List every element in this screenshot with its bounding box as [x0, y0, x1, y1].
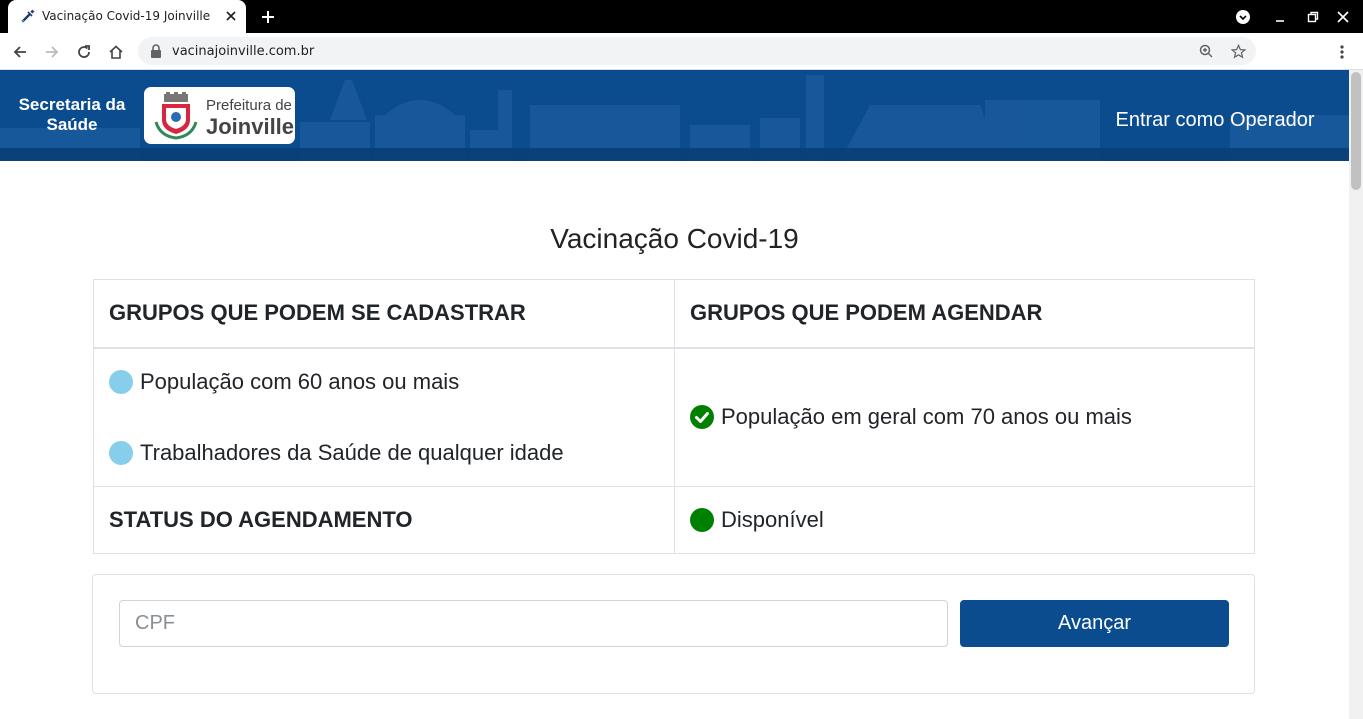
- cpf-form-card: Avançar: [92, 574, 1255, 694]
- prefeitura-joinville-logo[interactable]: Prefeitura de Joinville: [144, 87, 295, 144]
- operator-login-link[interactable]: Entrar como Operador: [1100, 109, 1330, 132]
- logo-prefeitura-text: Prefeitura de: [206, 97, 292, 114]
- url-text: vacinajoinville.com.br: [172, 44, 315, 59]
- header-register-groups: GRUPOS QUE PODEM SE CADASTRAR: [93, 279, 675, 349]
- back-icon[interactable]: [6, 38, 34, 66]
- browser-tab[interactable]: Vacinação Covid-19 Joinville: [8, 0, 246, 33]
- close-window-icon[interactable]: [1331, 5, 1355, 29]
- tab-title: Vacinação Covid-19 Joinville: [42, 9, 211, 23]
- table-row: STATUS DO AGENDAMENTO Disponível: [93, 486, 1255, 554]
- reload-icon[interactable]: [70, 38, 98, 66]
- list-item: Trabalhadores da Saúde de qualquer idade: [109, 440, 659, 466]
- check-circle-icon: [690, 405, 714, 430]
- browser-menu-icon[interactable]: [1330, 38, 1354, 66]
- register-groups-cell: População com 60 anos ou mais Trabalhado…: [93, 347, 675, 487]
- header-schedule-groups: GRUPOS QUE PODEM AGENDAR: [674, 279, 1255, 349]
- green-dot-icon: [690, 508, 714, 532]
- minimize-icon[interactable]: [1268, 5, 1292, 29]
- logo-joinville-text: Joinville: [206, 114, 295, 139]
- register-group-label: Trabalhadores da Saúde de qualquer idade: [140, 439, 564, 465]
- forward-icon[interactable]: [38, 38, 66, 66]
- blue-dot-icon: [109, 440, 133, 465]
- list-item: População em geral com 70 anos ou mais: [690, 404, 1239, 430]
- page-title: Vacinação Covid-19: [550, 223, 799, 254]
- scrollbar-thumb[interactable]: [1351, 72, 1361, 190]
- status-label: STATUS DO AGENDAMENTO: [93, 486, 675, 554]
- advance-button[interactable]: Avançar: [960, 600, 1229, 647]
- list-item: População com 60 anos ou mais: [109, 369, 659, 395]
- syringe-favicon-icon: [21, 9, 35, 23]
- lock-icon: [151, 44, 161, 58]
- page-viewport: Secretaria da Saúde Prefeitura de Joinvi…: [0, 70, 1349, 719]
- status-badge: Disponível: [690, 507, 1239, 533]
- table-header-row: GRUPOS QUE PODEM SE CADASTRAR GRUPOS QUE…: [93, 279, 1255, 349]
- browser-toolbar: vacinajoinville.com.br: [0, 33, 1363, 70]
- schedule-groups-cell: População em geral com 70 anos ou mais: [674, 347, 1255, 487]
- browser-tab-bar: Vacinação Covid-19 Joinville: [0, 0, 1363, 33]
- coat-of-arms-icon: [154, 92, 198, 140]
- zoom-icon[interactable]: [1196, 41, 1216, 61]
- table-row: População com 60 anos ou mais Trabalhado…: [93, 347, 1255, 487]
- schedule-group-label: População em geral com 70 anos ou mais: [721, 404, 1132, 430]
- groups-table: GRUPOS QUE PODEM SE CADASTRAR GRUPOS QUE…: [93, 279, 1255, 554]
- cpf-input[interactable]: [119, 600, 948, 647]
- status-value: Disponível: [721, 507, 824, 532]
- tab-close-icon[interactable]: [220, 5, 242, 27]
- site-header: Secretaria da Saúde Prefeitura de Joinvi…: [0, 70, 1349, 161]
- address-bar[interactable]: vacinajoinville.com.br: [138, 37, 1256, 65]
- restore-icon[interactable]: [1301, 5, 1325, 29]
- secretaria-line1: Secretaria da: [18, 95, 126, 114]
- bookmark-star-icon[interactable]: [1228, 41, 1248, 61]
- home-icon[interactable]: [102, 38, 130, 66]
- status-value-cell: Disponível: [674, 486, 1255, 554]
- secretaria-line2: Saúde: [46, 115, 98, 134]
- blue-dot-icon: [109, 369, 133, 394]
- new-tab-icon[interactable]: [256, 5, 280, 29]
- page-scrollbar[interactable]: [1349, 70, 1363, 719]
- register-group-label: População com 60 anos ou mais: [140, 368, 460, 394]
- tab-search-icon[interactable]: [1231, 5, 1255, 29]
- secretaria-saude-logo[interactable]: Secretaria da Saúde: [16, 95, 128, 135]
